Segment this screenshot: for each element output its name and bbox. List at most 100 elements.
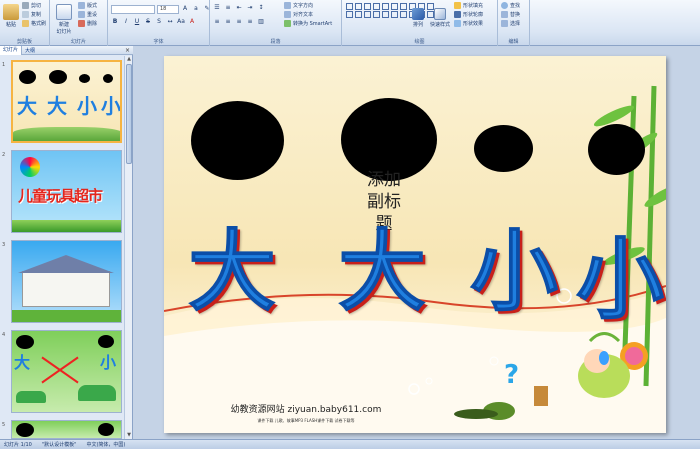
- layout-button[interactable]: 版式: [78, 2, 97, 9]
- slide-editor: ? 添加副标题 大 大 小 小 幼教资源网站 ziyuan.baby611.co…: [134, 46, 700, 439]
- slide-char-big-1[interactable]: 大: [187, 227, 276, 316]
- clipboard-icon: [3, 4, 19, 20]
- black-blob[interactable]: [474, 125, 533, 172]
- spacing-button[interactable]: ↔: [166, 18, 174, 26]
- align-text-icon: [284, 11, 291, 18]
- shadow-button[interactable]: S: [155, 18, 163, 26]
- delete-slide-button[interactable]: 删除: [78, 20, 97, 27]
- replace-icon: [501, 11, 508, 18]
- align-center-icon[interactable]: ≡: [224, 18, 232, 26]
- cut-button[interactable]: 剪切: [22, 2, 41, 9]
- theme-name: "默认设计模板": [41, 442, 77, 448]
- black-blob: [98, 335, 114, 348]
- arrange-button[interactable]: 排列: [412, 8, 424, 28]
- align-text-button[interactable]: 对齐文本: [284, 11, 313, 18]
- scroll-up-icon[interactable]: ▲: [125, 56, 133, 63]
- numbering-icon[interactable]: ≡: [224, 4, 232, 12]
- slides-group: 新建 幻灯片 版式 重设 删除 幻灯片: [50, 0, 108, 46]
- bullets-icon[interactable]: ☰: [213, 4, 221, 12]
- align-right-icon[interactable]: ≡: [235, 18, 243, 26]
- slide-char-small-1[interactable]: 小: [469, 227, 558, 316]
- increase-indent-icon[interactable]: ⇥: [246, 4, 254, 12]
- select-button[interactable]: 选择: [501, 20, 520, 27]
- underline-button[interactable]: U: [133, 18, 141, 26]
- thumb-char: 小: [77, 94, 97, 118]
- new-slide-button[interactable]: 新建 幻灯片: [54, 4, 74, 35]
- slide-thumbnail-2[interactable]: 儿童玩具超市: [11, 150, 122, 233]
- change-case-button[interactable]: Aa: [177, 18, 185, 26]
- current-slide[interactable]: ? 添加副标题 大 大 小 小 幼教资源网站 ziyuan.baby611.co…: [164, 56, 666, 433]
- slide-thumbnail-4[interactable]: 大 小: [11, 330, 122, 413]
- fill-icon: [454, 2, 461, 9]
- slide-char-big-2[interactable]: 大: [337, 227, 426, 316]
- arrange-icon: [412, 8, 424, 20]
- scroll-down-icon[interactable]: ▼: [125, 432, 133, 439]
- website-text: 幼教资源网站 ziyuan.baby611.com: [230, 405, 382, 415]
- shape-fill-button[interactable]: 形状填充: [454, 2, 483, 9]
- find-button[interactable]: 查找: [501, 2, 520, 9]
- font-group: 18 A a ✎ B I U S S ↔ Aa A 字体: [108, 0, 210, 46]
- thumb-char: 大: [17, 94, 37, 118]
- tab-slides[interactable]: 幻灯片: [0, 45, 23, 55]
- bold-button[interactable]: B: [111, 18, 119, 26]
- slide-thumbnail-1[interactable]: 大 大 小 小: [11, 60, 122, 143]
- tab-outline[interactable]: 大纲: [22, 47, 38, 54]
- font-color-button[interactable]: A: [188, 18, 196, 26]
- slide-number: 3: [2, 242, 6, 248]
- decrease-indent-icon[interactable]: ⇤: [235, 4, 243, 12]
- website-subtext: 课件下载 儿歌、故事MP3 FLASH课件下载 试卷下载等: [257, 418, 355, 423]
- language-indicator[interactable]: 中文(简体，中国): [86, 441, 125, 448]
- copy-button[interactable]: 复制: [22, 11, 41, 18]
- black-blob[interactable]: [588, 124, 645, 175]
- editing-group: 查找 替换 选择 编辑: [498, 0, 530, 46]
- shape-effects-button[interactable]: 形状效果: [454, 20, 483, 27]
- align-left-icon[interactable]: ≡: [213, 18, 221, 26]
- shape-outline-button[interactable]: 形状轮廓: [454, 11, 483, 18]
- copy-icon: [22, 11, 29, 18]
- outline-icon: [454, 11, 461, 18]
- car-icon: [16, 391, 46, 403]
- ribbon: 粘贴 剪切 复制 格式刷 剪贴板 新建 幻灯片 版式 重设 删除 幻灯片 18 …: [0, 0, 700, 46]
- replace-button[interactable]: 替换: [501, 11, 520, 18]
- text-direction-icon: [284, 2, 291, 9]
- black-blob: [16, 335, 34, 349]
- scroll-thumb[interactable]: [126, 64, 132, 164]
- smartart-icon: [284, 20, 291, 27]
- quick-styles-button[interactable]: 快速样式: [430, 8, 450, 28]
- black-blob: [16, 423, 34, 437]
- grass-decoration: [13, 127, 120, 141]
- reset-button[interactable]: 重设: [78, 11, 97, 18]
- columns-icon[interactable]: ▥: [257, 18, 265, 26]
- quick-styles-icon: [434, 8, 446, 20]
- pane-tabs: 幻灯片 大纲 ×: [0, 45, 133, 55]
- black-blob: [103, 74, 113, 83]
- close-icon[interactable]: ×: [125, 46, 130, 55]
- font-size-input[interactable]: 18: [157, 5, 179, 14]
- slide-indicator: 幻灯片 1/10: [4, 442, 32, 448]
- svg-text:?: ?: [504, 360, 519, 390]
- justify-icon[interactable]: ≡: [246, 18, 254, 26]
- pinwheel-icon: [20, 157, 40, 177]
- house-roof: [18, 255, 114, 273]
- thumbnail-scrollbar[interactable]: ▲ ▼: [124, 56, 132, 439]
- italic-button[interactable]: I: [122, 18, 130, 26]
- car-icon: [78, 385, 116, 401]
- line-spacing-icon[interactable]: ↕: [257, 4, 265, 12]
- smartart-button[interactable]: 转换为 SmartArt: [284, 20, 332, 27]
- thumb-char: 小: [101, 94, 121, 118]
- thumb-char: 大: [47, 94, 67, 118]
- black-blob: [19, 70, 36, 84]
- black-blob[interactable]: [191, 101, 284, 180]
- black-blob: [49, 70, 67, 84]
- paste-button[interactable]: 粘贴: [3, 4, 19, 28]
- shrink-font-icon[interactable]: a: [192, 5, 200, 13]
- grow-font-icon[interactable]: A: [181, 5, 189, 13]
- slide-thumbnail-3[interactable]: [11, 240, 122, 323]
- slide-char-small-2[interactable]: 小: [575, 235, 664, 324]
- slide-thumbnail-5[interactable]: [11, 420, 122, 439]
- strikethrough-button[interactable]: S: [144, 18, 152, 26]
- font-name-input[interactable]: [111, 5, 155, 14]
- text-direction-button[interactable]: 文字方向: [284, 2, 313, 9]
- format-painter-button[interactable]: 格式刷: [22, 20, 46, 27]
- brush-icon: [22, 20, 29, 27]
